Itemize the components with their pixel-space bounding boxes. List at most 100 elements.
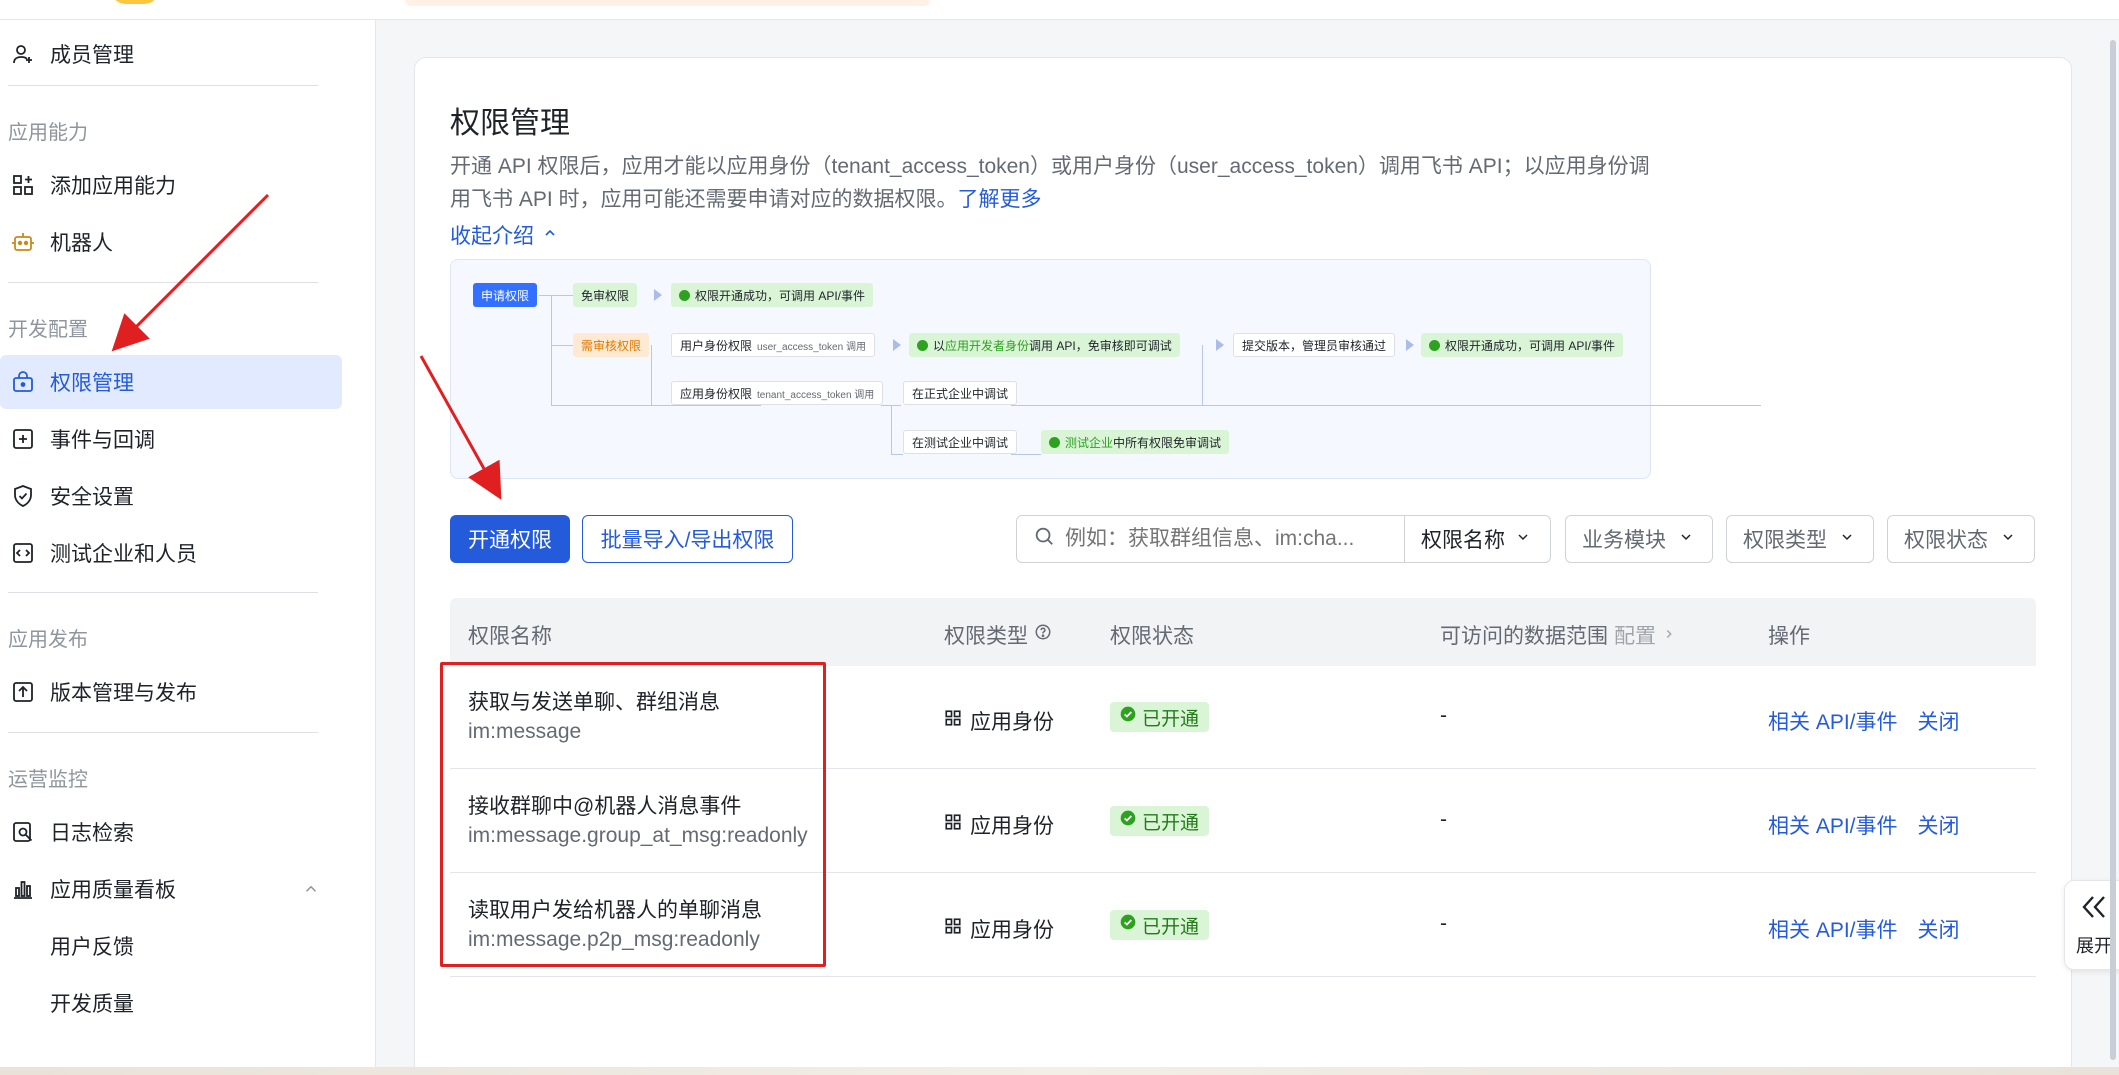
data-range: - (1440, 808, 1447, 831)
flow-test-tenant-label: 测试企业 (1065, 435, 1114, 450)
upload-box-icon (10, 679, 36, 705)
enable-permission-button[interactable]: 开通权限 (450, 515, 570, 563)
flow-dev-identity: 应用开发者身份 (945, 338, 1030, 353)
sidebar-item-version-release[interactable]: 版本管理与发布 (0, 665, 342, 719)
flow-connector (551, 405, 761, 406)
column-header-range-label: 可访问的数据范围 (1440, 625, 1608, 648)
close-permission-link[interactable]: 关闭 (1918, 914, 1960, 944)
column-header-type: 权限类型 (944, 620, 1052, 650)
intro-body: 开通 API 权限后，应用才能以应用身份（tenant_access_token… (450, 155, 1650, 211)
flow-success-1: 权限开通成功，可调用 API/事件 (671, 283, 874, 307)
shield-check-icon (10, 483, 36, 509)
app-logo[interactable] (110, 0, 160, 4)
flow-arrow (654, 289, 662, 301)
table-header: 权限名称 权限类型 权限状态 可访问的数据范围 配置 操作 (450, 598, 2036, 666)
filter-module[interactable]: 业务模块 (1565, 515, 1713, 563)
sidebar-item-add-capability[interactable]: 添加应用能力 (0, 158, 342, 212)
flow-connector (891, 454, 903, 455)
flow-debug-prod: 在正式企业中调试 (903, 381, 1018, 405)
flow-connector (1011, 405, 1761, 406)
search-field-select[interactable]: 权限名称 (1404, 515, 1551, 563)
sidebar-item-label: 添加应用能力 (50, 175, 176, 198)
double-chevron-left-icon (2079, 893, 2109, 926)
status-label: 已开通 (1142, 708, 1200, 730)
intro-text: 开通 API 权限后，应用才能以应用身份（tenant_access_token… (450, 150, 1650, 216)
flow-apply: 申请权限 (473, 283, 538, 307)
sidebar-item-bot[interactable]: 机器人 (0, 215, 342, 269)
sidebar-item-label: 用户反馈 (50, 936, 134, 959)
chevron-down-icon (1678, 527, 1694, 551)
sidebar-item-permission-mgmt[interactable]: 权限管理 (0, 355, 342, 409)
permission-type-label: 应用身份 (970, 919, 1054, 942)
related-api-link[interactable]: 相关 API/事件 (1768, 706, 1898, 736)
close-permission-link[interactable]: 关闭 (1918, 706, 1960, 736)
column-header-actions: 操作 (1768, 625, 1810, 648)
flow-connector (1011, 454, 1041, 455)
flow-arrow (1406, 339, 1414, 351)
flow-connector (551, 295, 552, 405)
permission-flow-diagram: 申请权限 免审权限 权限开通成功，可调用 API/事件 需审核权限 用户身份权限… (450, 259, 1761, 479)
learn-more-link[interactable]: 了解更多 (958, 188, 1042, 211)
question-circle-icon[interactable] (1034, 623, 1052, 647)
sidebar-item-quality-board[interactable]: 应用质量看板 (0, 862, 342, 916)
filter-type[interactable]: 权限类型 (1726, 515, 1874, 563)
row-actions: 相关 API/事件 关闭 (1768, 706, 1960, 736)
sidebar-item-log-search[interactable]: 日志检索 (0, 805, 342, 859)
flow-debug-test: 在测试企业中调试 (903, 430, 1018, 454)
sidebar-item-label: 日志检索 (50, 822, 134, 845)
lock-box-icon (10, 369, 36, 395)
column-header-type-label: 权限类型 (944, 625, 1028, 648)
status-badge: 已开通 (1110, 702, 1210, 732)
related-api-link[interactable]: 相关 API/事件 (1768, 914, 1898, 944)
sidebar-item-events-callbacks[interactable]: 事件与回调 (0, 412, 342, 466)
notice-banner (405, 0, 930, 6)
flow-app-identity-label: 应用身份权限 (680, 386, 753, 401)
check-circle-icon (1120, 706, 1136, 728)
flow-success-1-label: 权限开通成功，可调用 API/事件 (695, 288, 866, 303)
flow-app-identity: 应用身份权限 tenant_access_token 调用 (671, 381, 884, 405)
permission-type: 应用身份 (944, 810, 1054, 840)
row-actions: 相关 API/事件 关闭 (1768, 810, 1960, 840)
user-add-icon (10, 41, 36, 67)
close-permission-link[interactable]: 关闭 (1918, 810, 1960, 840)
sidebar-divider (8, 592, 318, 593)
sidebar-item-label: 事件与回调 (50, 429, 155, 452)
sidebar-divider (8, 282, 318, 283)
batch-import-export-button[interactable]: 批量导入/导出权限 (582, 515, 793, 563)
permission-name: 获取与发送单聊、群组消息 (468, 691, 720, 714)
related-api-link[interactable]: 相关 API/事件 (1768, 810, 1898, 840)
expand-label: 展开 (2076, 935, 2112, 956)
flow-arrow (1216, 339, 1224, 351)
chevron-down-icon (2000, 527, 2016, 551)
range-config-link[interactable]: 配置 (1614, 620, 1656, 650)
flow-user-identity: 用户身份权限 user_access_token 调用 (671, 333, 875, 357)
search-icon (1033, 525, 1055, 553)
sidebar-item-label: 版本管理与发布 (50, 682, 197, 705)
search-input[interactable] (1065, 527, 1385, 551)
chevron-up-icon[interactable] (302, 880, 320, 904)
flow-connector (651, 345, 652, 405)
data-range: - (1440, 912, 1447, 935)
search-box (1016, 515, 1405, 563)
sidebar-item-dev-quality[interactable]: 开发质量 (0, 976, 342, 1030)
data-range: - (1440, 704, 1447, 727)
check-circle-icon (679, 289, 690, 301)
sidebar-divider (8, 732, 318, 733)
check-circle-icon (1120, 810, 1136, 832)
permission-code: im:message (468, 720, 582, 743)
status-label: 已开通 (1142, 812, 1200, 834)
column-header-name: 权限名称 (468, 625, 552, 648)
flow-user-identity-label: 用户身份权限 (680, 338, 753, 353)
flow-success-2-label: 权限开通成功，可调用 API/事件 (1445, 338, 1616, 353)
sidebar-item-user-feedback[interactable]: 用户反馈 (0, 919, 342, 973)
flow-success-2: 权限开通成功，可调用 API/事件 (1421, 333, 1624, 357)
filter-status[interactable]: 权限状态 (1887, 515, 2035, 563)
sidebar-item-security[interactable]: 安全设置 (0, 469, 342, 523)
collapse-intro-link[interactable]: 收起介绍 (450, 220, 558, 250)
sidebar-item-test-tenant[interactable]: 测试企业和人员 (0, 526, 342, 580)
sidebar-item-members[interactable]: 成员管理 (0, 27, 342, 81)
flow-tenant-token-note: tenant_access_token 调用 (757, 389, 875, 401)
page-scrollbar[interactable] (2110, 40, 2116, 1060)
grid-add-icon (10, 172, 36, 198)
permission-code: im:message.group_at_msg:readonly (468, 824, 808, 847)
